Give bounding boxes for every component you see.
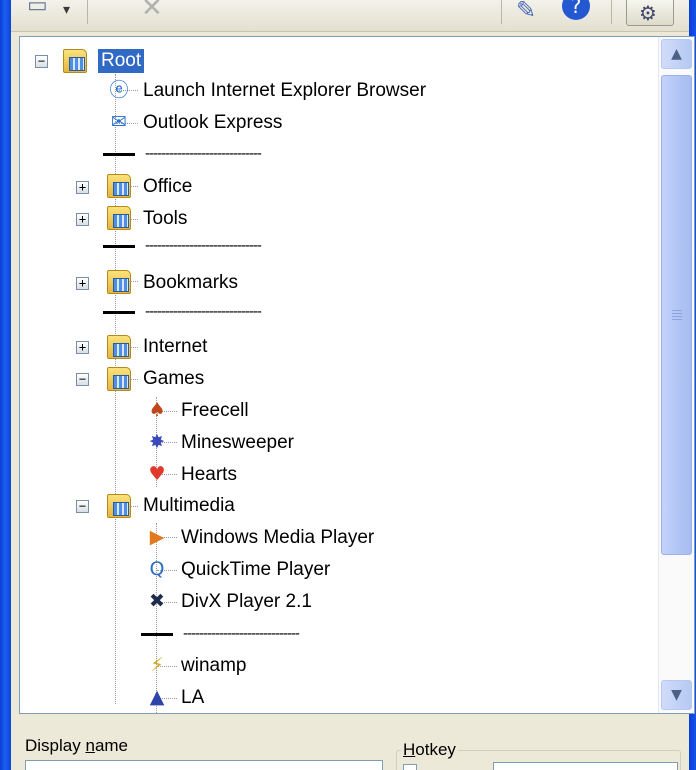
thumb-grip [672,319,682,320]
tree-item-label: Tools [143,208,188,229]
quicktime-icon: Q [149,558,165,580]
tree-item-la[interactable]: LA [178,684,207,712]
tree-item-label: Games [143,368,205,389]
games-collapse-toggle[interactable]: − [76,373,89,386]
tree-item-tools[interactable]: Tools [140,205,190,233]
tree-item-label: Root [98,49,145,73]
settings-icon: ⚙ [639,1,657,25]
folder-icon [107,494,131,518]
tree-item-label: Internet [143,336,208,357]
tools-expand-toggle[interactable]: + [76,213,89,226]
folder-icon [107,174,131,198]
tree-item-freecell[interactable]: Freecell [178,397,252,425]
internet-explorer-icon: ⓔ [109,79,129,101]
la-icon: ▲ [149,686,165,708]
folder-icon [107,335,131,359]
toolbar-separator [87,0,88,24]
tree-item-office[interactable]: Office [140,173,195,201]
separator-icon [141,633,173,636]
vertical-scrollbar[interactable]: ▲ ▼ [658,37,694,713]
tree-item-label: Multimedia [143,495,235,516]
tree-item-label: LA [181,687,205,708]
tree-item-bookmarks[interactable]: Bookmarks [140,269,241,297]
freecell-icon: ♠ [148,399,166,421]
root-collapse-toggle[interactable]: − [35,55,48,68]
divx-icon: ✖ [149,590,165,612]
thumb-grip [672,310,682,311]
tree-item-internet-explorer[interactable]: Launch Internet Explorer Browser [140,77,429,105]
new-item-icon[interactable]: ▭ [27,0,48,22]
hotkey-input[interactable] [493,762,678,770]
tree-item-divx-player[interactable]: DivX Player 2.1 [178,588,315,616]
folder-icon [107,206,131,230]
scroll-down-button[interactable]: ▼ [661,680,692,710]
tree-item-hearts[interactable]: Hearts [178,461,240,489]
dropdown-arrow-icon[interactable]: ▾ [63,0,70,26]
office-expand-toggle[interactable]: + [76,181,89,194]
thumb-grip [672,313,682,314]
tree-item-minesweeper[interactable]: Minesweeper [178,429,297,457]
window-left-border [0,0,11,770]
toolbar-separator [611,0,612,24]
tree-item-label: Outlook Express [143,112,283,133]
folder-icon [107,367,131,391]
menu-tree[interactable]: − Root ⓔ Launch Internet Explorer Browse… [19,36,695,714]
display-name-input[interactable] [25,760,383,770]
hotkey-label: Hotkey [401,740,458,760]
tree-item-separator[interactable]: ----------------------------- [145,145,262,162]
tree-item-internet[interactable]: Internet [140,333,210,361]
tree-item-label: Launch Internet Explorer Browser [143,80,427,101]
thumb-grip [672,316,682,317]
tree-item-label: Hearts [181,464,237,485]
tree-item-winamp[interactable]: winamp [178,652,249,680]
folder-icon [107,270,131,294]
display-name-label: Display name [25,736,129,755]
tree-item-label: Minesweeper [181,432,294,453]
tree-item-separator[interactable]: ----------------------------- [145,303,262,320]
settings-button[interactable]: ⚙ [626,0,674,26]
delete-icon[interactable]: ✕ [141,0,163,24]
internet-expand-toggle[interactable]: + [76,341,89,354]
tree-item-label: QuickTime Player [181,559,331,580]
tree-item-multimedia[interactable]: Multimedia [140,492,238,520]
tree-item-label: Office [143,176,193,197]
separator-icon [103,311,135,314]
tree-item-label: DivX Player 2.1 [181,591,312,612]
tree-item-label: Freecell [181,400,249,421]
toolbar: ▭ ▾ ✕ ✎ ? ⚙ [11,0,689,32]
multimedia-collapse-toggle[interactable]: − [76,500,89,513]
tree-item-quicktime-player[interactable]: QuickTime Player [178,556,333,584]
folder-icon [63,49,87,73]
properties-area: Display name Hotkey [11,714,689,770]
tree-item-games[interactable]: Games [140,365,207,393]
properties-icon[interactable]: ✎ [516,0,536,26]
tree-item-root[interactable]: Root [98,47,145,75]
toolbar-separator [501,0,502,24]
help-icon[interactable]: ? [562,0,590,20]
windows-media-player-icon: ▶ [149,526,165,548]
hearts-icon: ♥ [148,463,166,485]
tree-item-separator[interactable]: ----------------------------- [183,625,300,642]
minesweeper-icon: ✸ [149,431,165,453]
winamp-icon: ⚡ [150,654,164,676]
tree-item-label: Windows Media Player [181,527,375,548]
hotkey-checkbox[interactable] [403,764,417,770]
scroll-up-button[interactable]: ▲ [661,39,692,69]
outlook-express-icon: ✉ [111,111,127,133]
tree-item-windows-media-player[interactable]: Windows Media Player [178,524,377,552]
scrollbar-thumb[interactable] [661,75,692,555]
bookmarks-expand-toggle[interactable]: + [76,277,89,290]
tree-item-separator[interactable]: ----------------------------- [145,237,262,254]
separator-icon [103,153,135,156]
tree-item-label: Bookmarks [143,272,239,293]
tree-item-outlook-express[interactable]: Outlook Express [140,109,285,137]
separator-icon [103,245,135,248]
tree-item-label: winamp [181,655,247,676]
